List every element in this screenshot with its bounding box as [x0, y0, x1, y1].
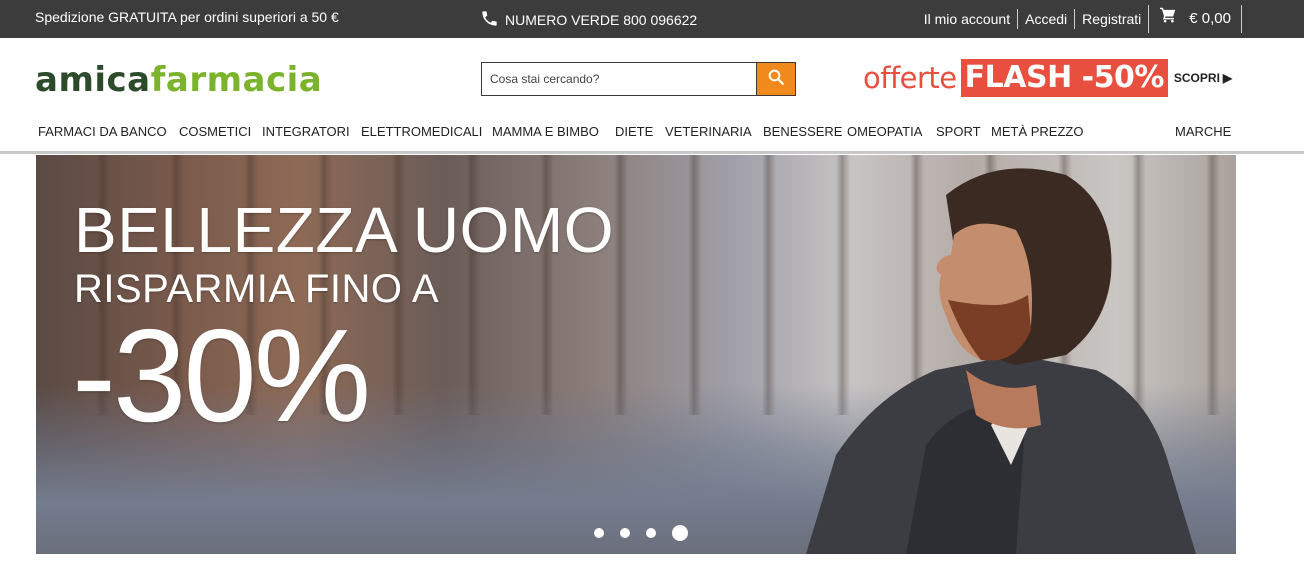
flash-discover-link[interactable]: SCOPRI ▶: [1174, 71, 1232, 85]
banner-discount: -30%: [72, 302, 371, 449]
banner-headline: BELLEZZA UOMO: [74, 194, 614, 266]
phone-icon: [480, 9, 499, 31]
search-input[interactable]: [482, 63, 756, 95]
carousel-dot-3[interactable]: [646, 528, 656, 538]
free-shipping-notice: Spedizione GRATUITA per ordini superiori…: [35, 9, 339, 25]
cart-icon: [1159, 5, 1177, 33]
flash-offers-badge: FLASH -50%: [960, 59, 1168, 97]
main-nav: FARMACI DA BANCO COSMETICI INTEGRATORI E…: [0, 118, 1304, 154]
hero-banner[interactable]: BELLEZZA UOMO RISPARMIA FINO A -30%: [36, 155, 1236, 554]
nav-item-meta-prezzo[interactable]: METÀ PREZZO: [991, 124, 1083, 139]
nav-item-veterinaria[interactable]: VETERINARIA: [665, 124, 752, 139]
search-button[interactable]: [756, 63, 795, 95]
top-bar: Spedizione GRATUITA per ordini superiori…: [0, 0, 1304, 38]
cart-button[interactable]: € 0,00: [1148, 5, 1242, 33]
banner-model-image: [806, 168, 1196, 554]
logo-text-amica: amica: [35, 60, 151, 100]
register-link[interactable]: Registrati: [1074, 9, 1148, 29]
my-account-link[interactable]: Il mio account: [917, 9, 1017, 29]
nav-item-farmaci-da-banco[interactable]: FARMACI DA BANCO: [38, 124, 167, 139]
logo[interactable]: amicafarmacia: [35, 60, 322, 100]
play-arrow-icon: ▶: [1222, 71, 1233, 85]
login-link[interactable]: Accedi: [1017, 9, 1074, 29]
nav-item-benessere[interactable]: BENESSERE: [763, 124, 842, 139]
phone-number[interactable]: NUMERO VERDE 800 096622: [480, 9, 697, 31]
nav-item-cosmetici[interactable]: COSMETICI: [179, 124, 251, 139]
flash-discover-label: SCOPRI: [1173, 71, 1220, 85]
carousel-dot-4[interactable]: [672, 525, 688, 541]
nav-item-marche[interactable]: MARCHE: [1175, 124, 1231, 139]
nav-item-integratori[interactable]: INTEGRATORI: [262, 124, 350, 139]
search-bar: [481, 62, 796, 96]
cart-total: € 0,00: [1189, 10, 1231, 27]
carousel-indicators: [594, 525, 688, 541]
nav-item-diete[interactable]: DIETE: [615, 124, 653, 139]
nav-item-omeopatia[interactable]: OMEOPATIA: [847, 124, 922, 139]
carousel-dot-2[interactable]: [620, 528, 630, 538]
search-icon: [767, 68, 785, 91]
nav-item-mamma-e-bimbo[interactable]: MAMMA E BIMBO: [492, 124, 599, 139]
nav-item-elettromedicali[interactable]: ELETTROMEDICALI: [361, 124, 482, 139]
logo-text-farmacia: farmacia: [150, 60, 323, 100]
nav-item-sport[interactable]: SPORT: [936, 124, 981, 139]
flash-offers-banner[interactable]: offerte FLASH -50% SCOPRI ▶: [863, 59, 1232, 97]
flash-offers-prefix: offerte: [863, 61, 957, 95]
account-links: Il mio account Accedi Registrati € 0,00: [917, 0, 1242, 38]
phone-label: NUMERO VERDE 800 096622: [505, 12, 698, 28]
carousel-dot-1[interactable]: [594, 528, 604, 538]
